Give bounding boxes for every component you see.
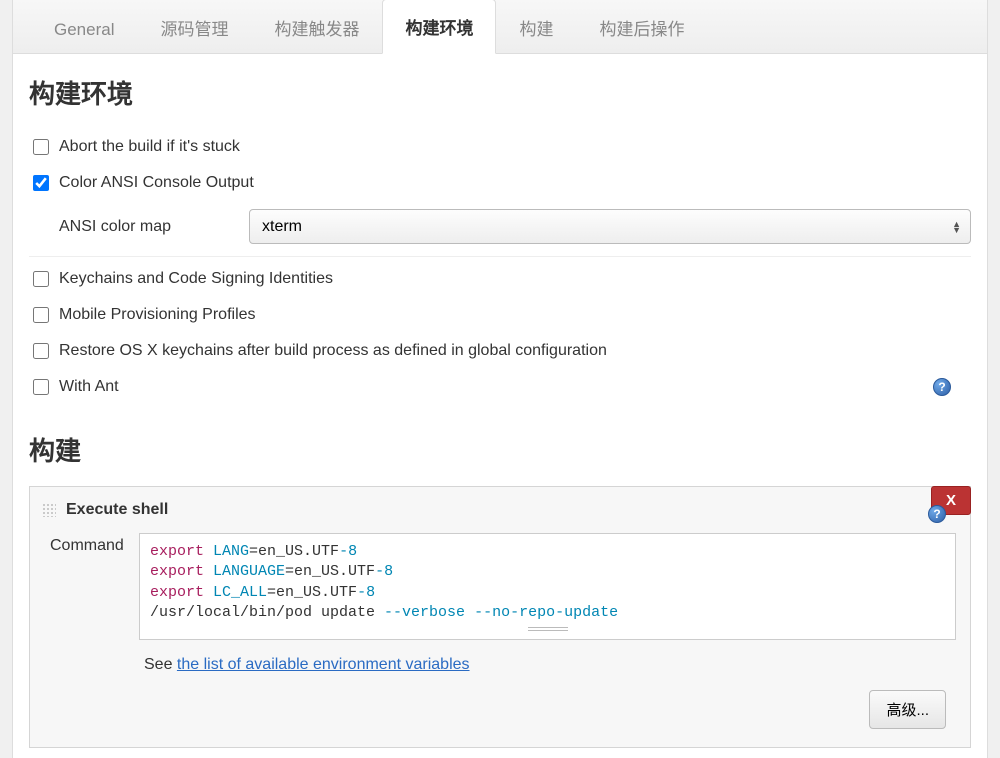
help-icon[interactable]: ? [928,505,946,523]
see-env-vars-text: See the list of available environment va… [44,640,956,682]
checkbox-keychains[interactable] [33,271,49,287]
command-textarea[interactable]: export LANG=en_US.UTF-8 export LANGUAGE=… [139,533,956,640]
tab-build-env[interactable]: 构建环境 [382,0,496,54]
label-color-ansi: Color ANSI Console Output [59,174,254,192]
tab-post-build[interactable]: 构建后操作 [576,0,707,54]
tab-build[interactable]: 构建 [496,0,576,54]
checkbox-color-ansi[interactable] [33,175,49,191]
tab-bar: General 源码管理 构建触发器 构建环境 构建 构建后操作 [13,0,987,54]
checkbox-mobile-prov[interactable] [33,307,49,323]
help-icon[interactable]: ? [933,378,951,396]
build-step-execute-shell: X ? Execute shell Command export LANG=en… [29,486,971,748]
label-command: Command [44,533,139,555]
label-mobile-prov: Mobile Provisioning Profiles [59,306,256,324]
drag-handle-icon[interactable] [42,503,56,517]
label-restore-keychains: Restore OS X keychains after build proce… [59,342,607,360]
resize-grip-icon[interactable] [528,627,568,631]
label-keychains: Keychains and Code Signing Identities [59,270,333,288]
section-title-build: 构建 [29,431,971,468]
checkbox-abort-stuck[interactable] [33,139,49,155]
label-ansi-color-map: ANSI color map [59,218,249,236]
link-env-vars[interactable]: the list of available environment variab… [177,656,470,673]
step-title: Execute shell [66,501,168,519]
checkbox-with-ant[interactable] [33,379,49,395]
advanced-button[interactable]: 高级... [869,690,946,729]
label-with-ant: With Ant [59,378,119,396]
checkbox-restore-keychains[interactable] [33,343,49,359]
select-ansi-color-map[interactable]: xterm [249,209,971,244]
tab-general[interactable]: General [31,5,137,54]
tab-scm[interactable]: 源码管理 [137,0,251,54]
section-title-build-env: 构建环境 [29,74,971,111]
tab-triggers[interactable]: 构建触发器 [251,0,382,54]
label-abort-stuck: Abort the build if it's stuck [59,138,240,156]
